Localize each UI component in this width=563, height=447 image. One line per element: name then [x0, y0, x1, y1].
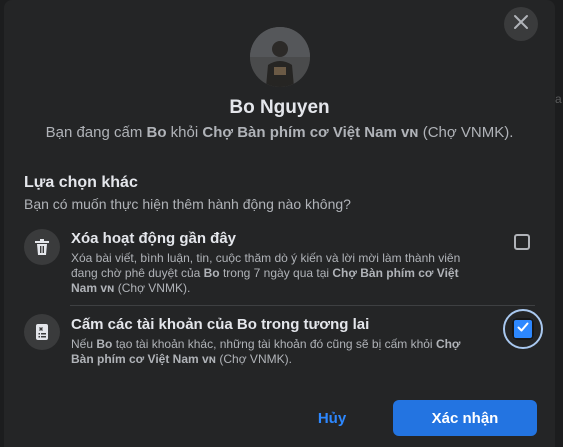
- checkmark-icon: [516, 320, 530, 339]
- desc-text: đang chờ phê duyệt của: [71, 266, 204, 280]
- ban-future-accounts-checkbox[interactable]: [512, 318, 534, 340]
- option-description: Nếu Bo tạo tài khoản khác, những tài kho…: [71, 337, 491, 367]
- desc-text: (Chợ VNMK).: [216, 352, 292, 366]
- option-title: Cấm các tài khoản của Bo trong tương lai: [71, 316, 370, 333]
- desc-user: Bo: [96, 337, 113, 351]
- avatar: [250, 27, 310, 87]
- confirm-button[interactable]: Xác nhận: [393, 400, 537, 436]
- ban-dialog: Bo Nguyen Bạn đang cấm Bo khỏi Chợ Bàn p…: [4, 0, 555, 447]
- option-desc-line: Nam ᴠɴ (Chợ VNMK).: [71, 281, 491, 296]
- desc-group: Chợ: [435, 337, 461, 351]
- cancel-button[interactable]: Hủy: [300, 400, 364, 436]
- option-desc-line: Xóa bài viết, bình luận, tin, cuộc thăm …: [71, 251, 461, 265]
- option-desc-line: Nếu Bo tạo tài khoản khác, những tài kho…: [71, 337, 491, 352]
- block-list-icon: [24, 314, 60, 350]
- trash-icon: [24, 229, 60, 265]
- section-subtitle: Bạn có muốn thực hiện thêm hành động nào…: [24, 196, 351, 212]
- desc-group: Bàn phím cơ Việt Nam ᴠɴ: [71, 352, 217, 366]
- desc-group: Chợ Bàn phím cơ Việt: [332, 266, 459, 280]
- option-title: Xóa hoạt động gần đây: [71, 230, 237, 247]
- desc-text: Nếu: [71, 337, 97, 351]
- user-name: Bo Nguyen: [229, 97, 330, 118]
- desc-text: trong 7 ngày qua tại: [219, 266, 333, 280]
- desc-user: Bo: [203, 266, 220, 280]
- option-description: Xóa bài viết, bình luận, tin, cuộc thăm …: [71, 251, 491, 296]
- close-icon: [513, 14, 529, 35]
- subtitle-middle: khỏi: [166, 124, 203, 141]
- option-desc-line: Bàn phím cơ Việt Nam ᴠɴ (Chợ VNMK).: [71, 352, 491, 367]
- close-button[interactable]: [504, 7, 538, 41]
- background-hint: a: [555, 92, 562, 106]
- desc-text: tạo tài khoản khác, những tài khoản đó c…: [112, 337, 436, 351]
- desc-group: Nam ᴠɴ: [71, 281, 115, 295]
- subtitle-prefix: Bạn đang cấm: [45, 124, 147, 141]
- section-title: Lựa chọn khác: [24, 174, 138, 191]
- subtitle-user: Bo: [146, 124, 167, 141]
- option-divider: [70, 305, 535, 306]
- subtitle-group: Chợ Bàn phím cơ Việt Nam: [202, 124, 397, 141]
- desc-text: (Chợ VNMK).: [114, 281, 191, 295]
- subtitle-suffix: (Chợ VNMK).: [418, 124, 514, 141]
- ban-subtitle: Bạn đang cấm Bo khỏi Chợ Bàn phím cơ Việ…: [4, 124, 555, 141]
- option-desc-line: đang chờ phê duyệt của Bo trong 7 ngày q…: [71, 266, 491, 281]
- delete-activity-checkbox[interactable]: [514, 234, 530, 250]
- subtitle-flag: ᴠɴ: [400, 124, 419, 141]
